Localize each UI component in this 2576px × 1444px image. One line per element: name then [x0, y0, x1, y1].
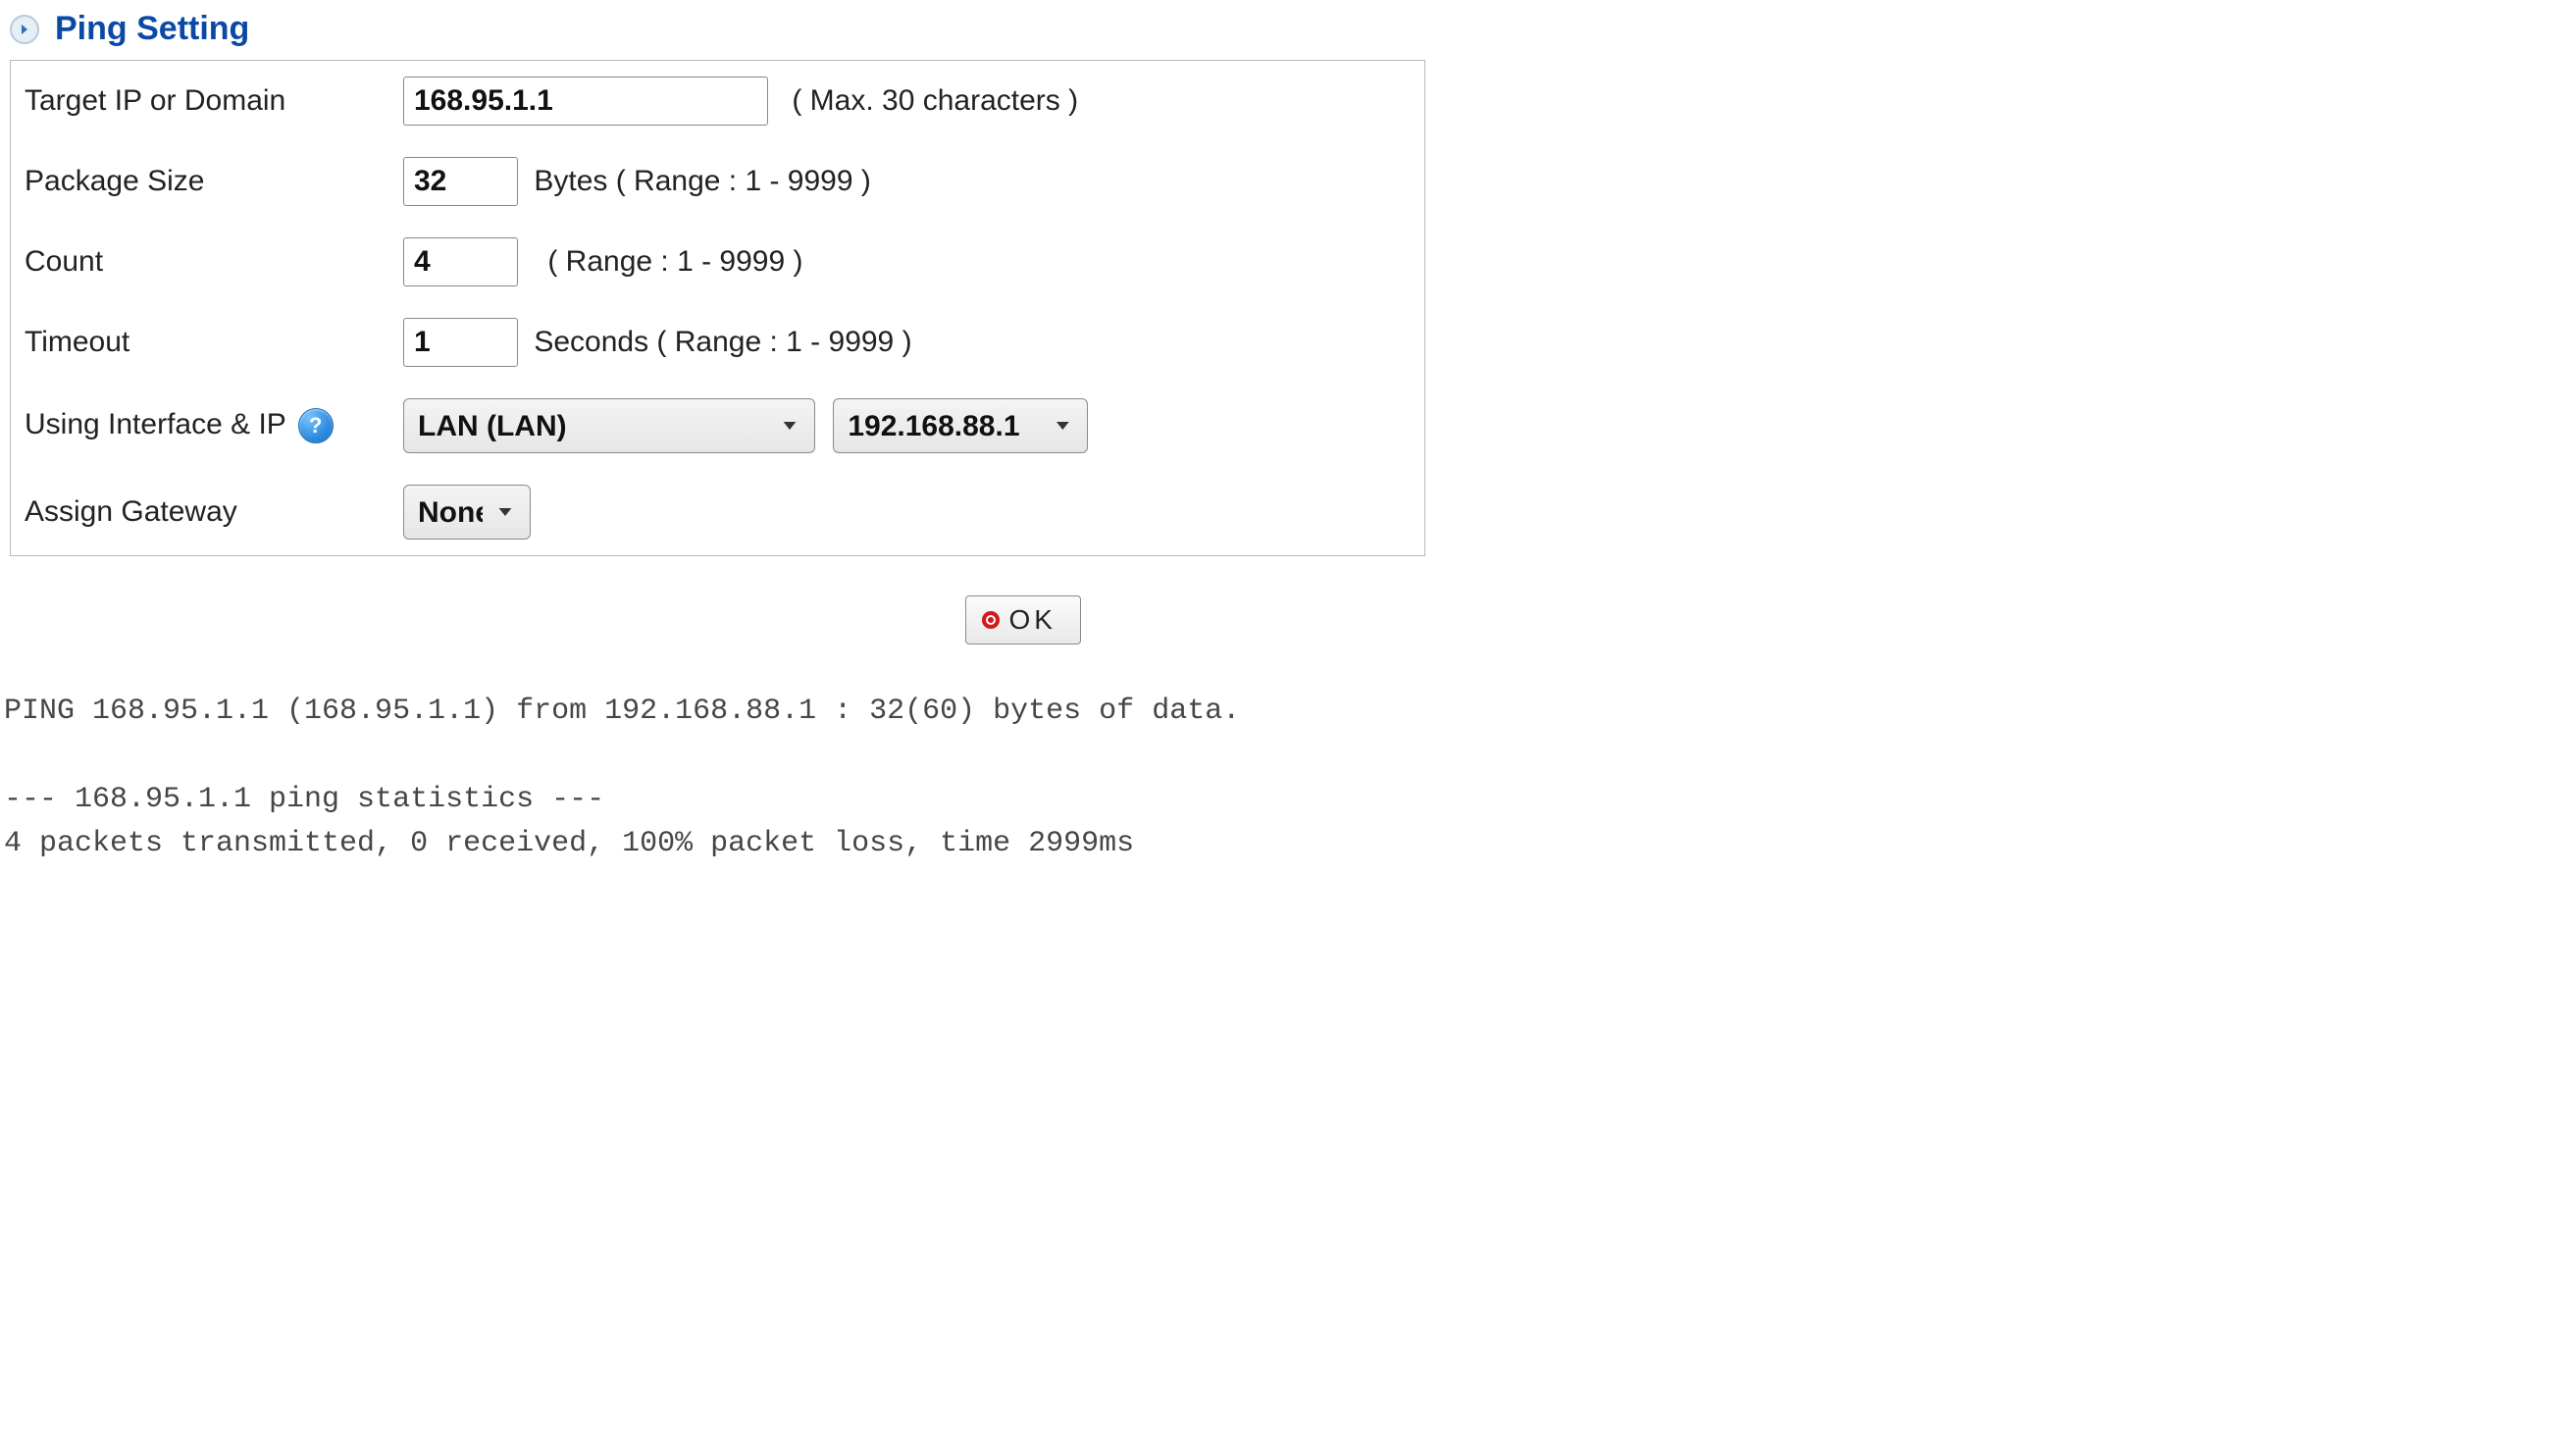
label-package-size: Package Size	[11, 141, 389, 222]
ping-setting-panel: Target IP or Domain ( Max. 30 characters…	[10, 60, 1425, 556]
label-gateway: Assign Gateway	[11, 469, 389, 555]
row-gateway: Assign Gateway None	[11, 469, 1424, 555]
row-target: Target IP or Domain ( Max. 30 characters…	[11, 61, 1424, 141]
gateway-select[interactable]: None	[403, 485, 531, 540]
label-interface: Using Interface & IP	[25, 408, 285, 440]
timeout-input[interactable]	[403, 318, 518, 367]
hint-timeout: Seconds ( Range : 1 - 9999 )	[534, 326, 911, 358]
ip-select-wrap: 192.168.88.1	[833, 398, 1088, 453]
target-input[interactable]	[403, 77, 768, 126]
ping-setting-page: Ping Setting Target IP or Domain ( Max. …	[0, 0, 1427, 905]
interface-select-wrap: LAN (LAN)	[403, 398, 815, 453]
panel-header: Ping Setting	[10, 10, 1427, 48]
hint-target: ( Max. 30 characters )	[792, 84, 1078, 117]
row-package-size: Package Size Bytes ( Range : 1 - 9999 )	[11, 141, 1424, 222]
row-timeout: Timeout Seconds ( Range : 1 - 9999 )	[11, 302, 1424, 383]
hint-count: ( Range : 1 - 9999 )	[547, 245, 802, 278]
chevron-right-icon	[10, 15, 39, 44]
gateway-select-wrap: None	[403, 485, 531, 540]
help-icon[interactable]: ?	[298, 408, 334, 443]
button-row: OK	[10, 595, 1081, 645]
interface-select[interactable]: LAN (LAN)	[403, 398, 815, 453]
label-timeout: Timeout	[11, 302, 389, 383]
package-size-input[interactable]	[403, 157, 518, 206]
label-count: Count	[11, 222, 389, 302]
ok-button-label: OK	[1009, 604, 1056, 636]
row-interface: Using Interface & IP ? LAN (LAN) 192.168…	[11, 383, 1424, 469]
panel-title: Ping Setting	[55, 10, 249, 48]
count-input[interactable]	[403, 237, 518, 286]
label-target: Target IP or Domain	[11, 61, 389, 141]
hint-package-size: Bytes ( Range : 1 - 9999 )	[534, 165, 871, 197]
ping-output: PING 168.95.1.1 (168.95.1.1) from 192.16…	[4, 690, 1427, 866]
ok-button[interactable]: OK	[965, 595, 1081, 645]
ip-select[interactable]: 192.168.88.1	[833, 398, 1088, 453]
record-dot-icon	[982, 611, 1000, 629]
row-count: Count ( Range : 1 - 9999 )	[11, 222, 1424, 302]
